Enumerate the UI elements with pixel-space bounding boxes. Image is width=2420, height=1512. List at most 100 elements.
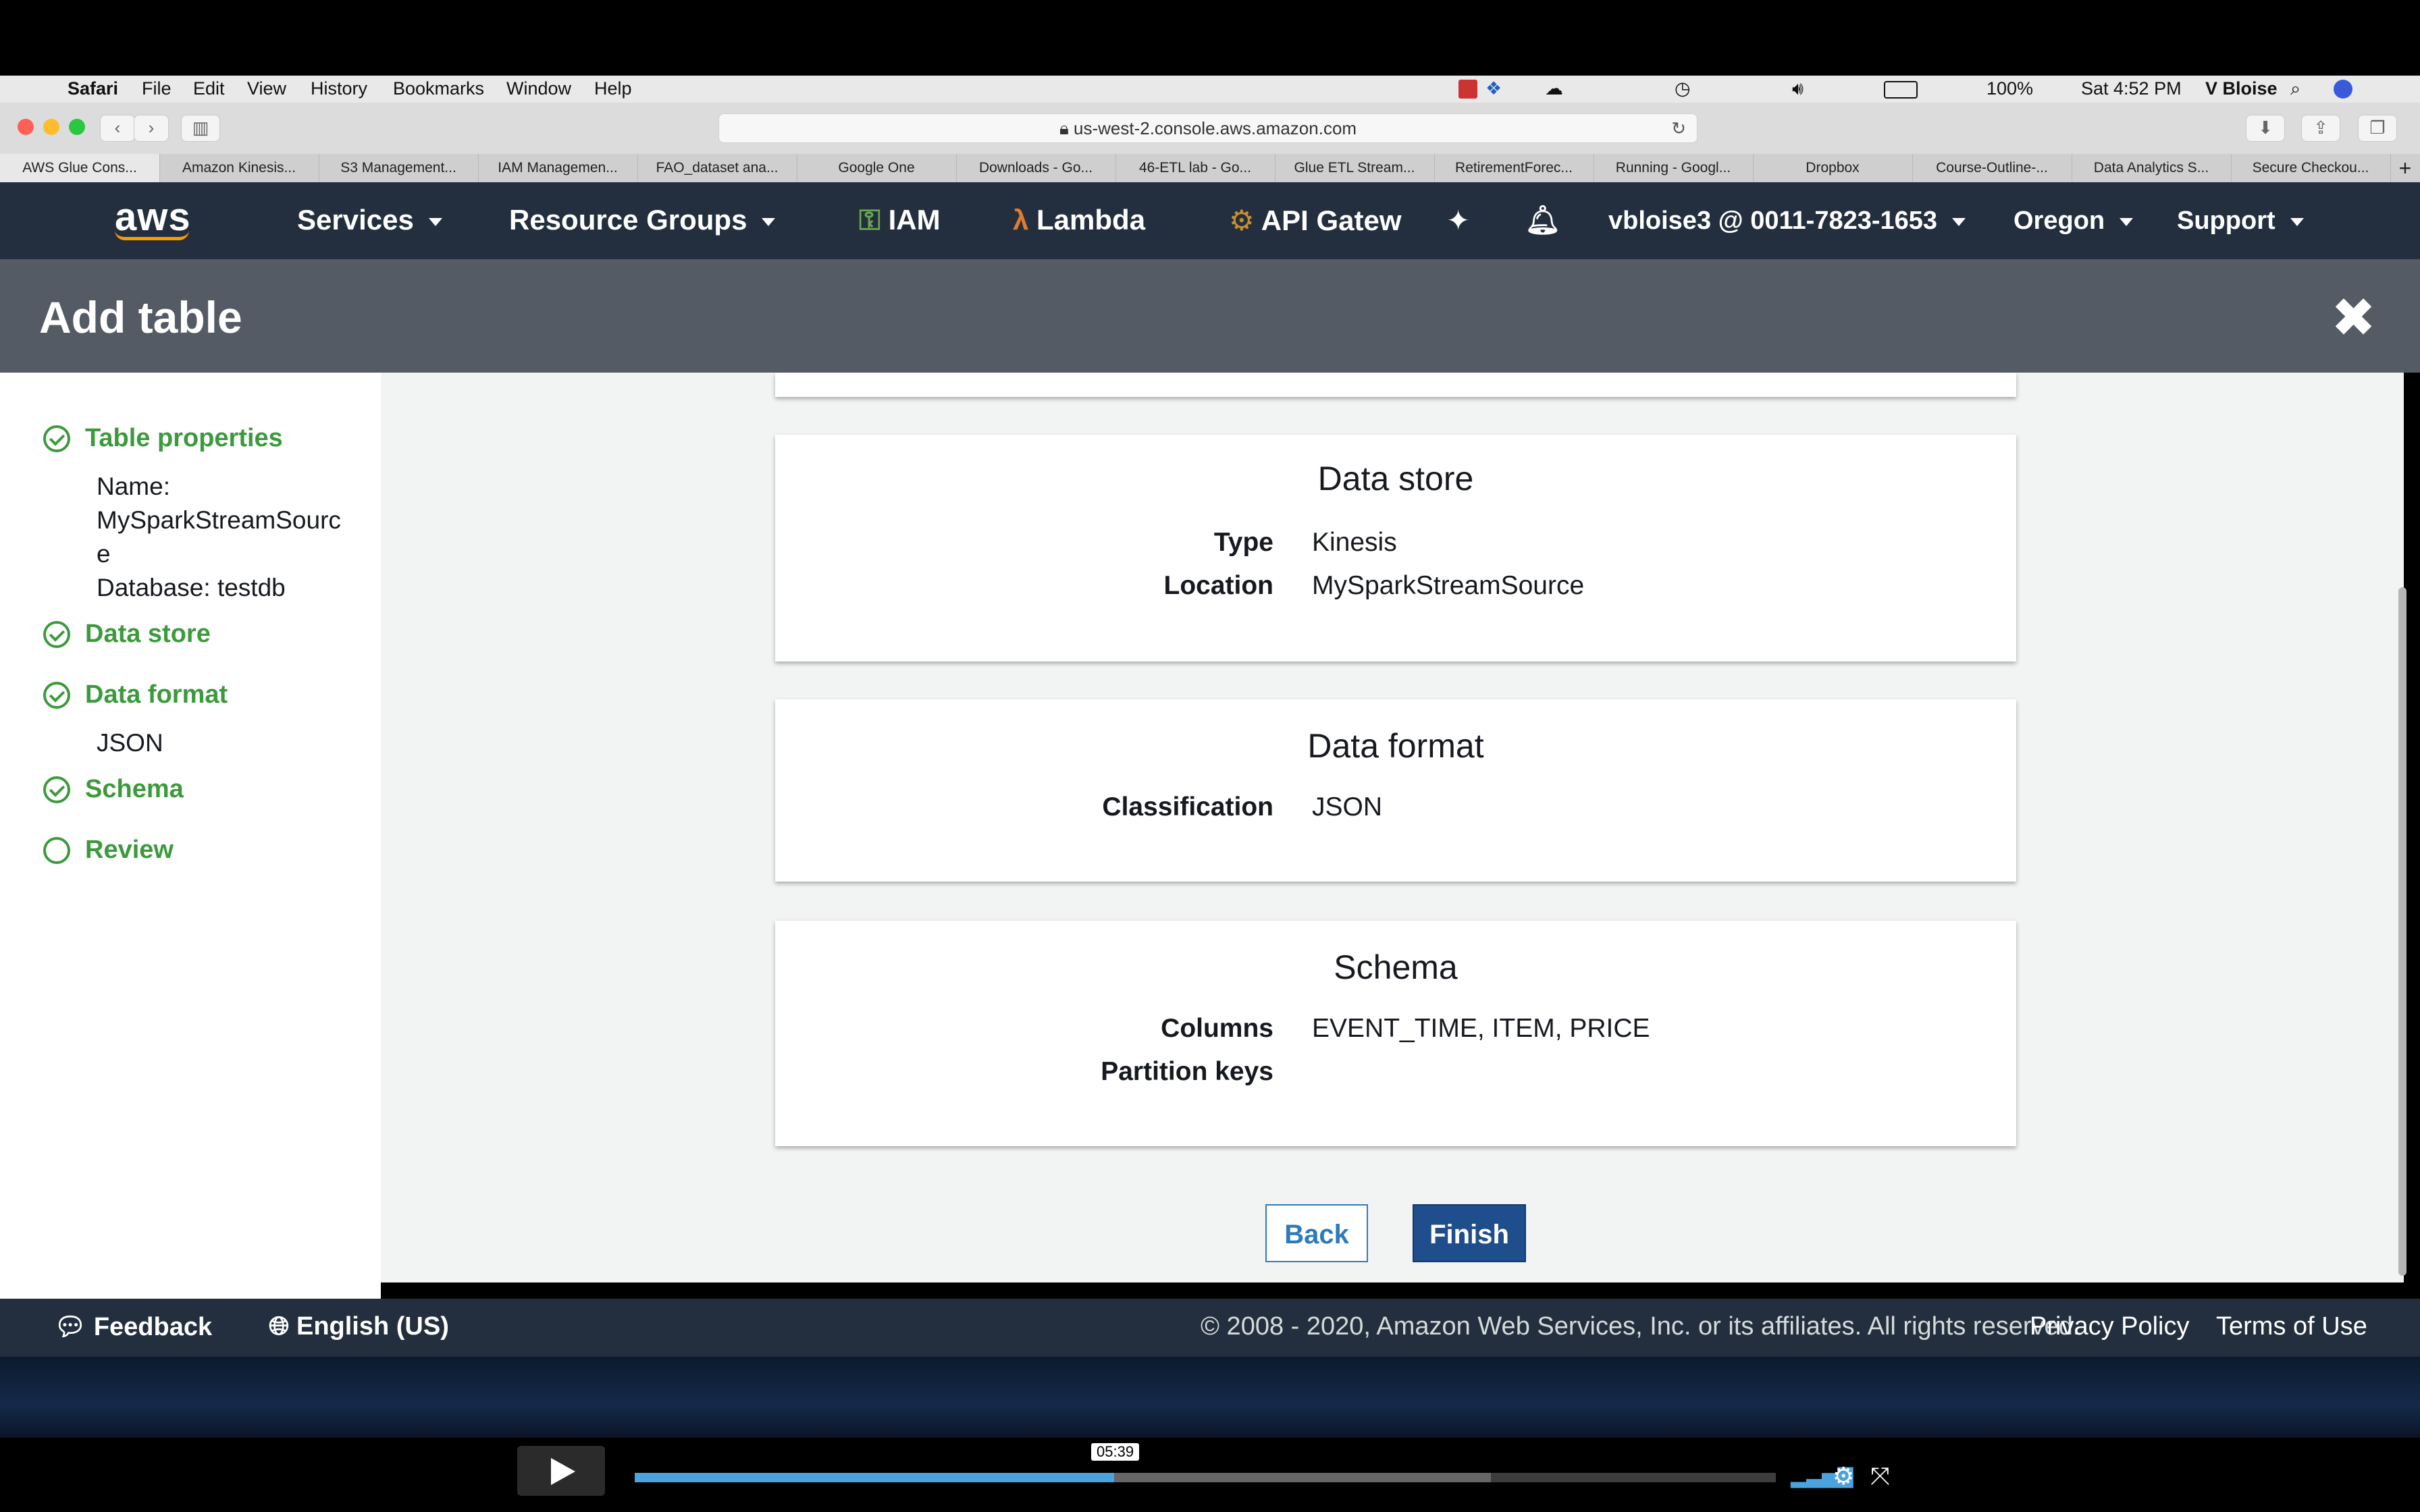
browser-tab[interactable]: AWS Glue Cons... [0,154,160,182]
language-selector[interactable]: 🌐︎ English (US) [269,1312,449,1341]
menubar-clock[interactable]: Sat 4:52 PM [2081,78,2182,99]
browser-tab[interactable]: IAM Managemen... [478,154,638,182]
lock-icon: 🔒︎ [1059,118,1074,138]
share-icon[interactable]: ⇪ [2301,115,2340,142]
step-data-format[interactable]: Data format [43,680,228,709]
menu-edit[interactable]: Edit [193,78,225,99]
step-data-store[interactable]: Data store [43,620,211,649]
menu-history[interactable]: History [311,78,367,99]
spotlight-search-icon[interactable]: ⌕ [2290,78,2300,100]
terms-of-use-link[interactable]: Terms of Use [2216,1312,2367,1341]
browser-tab[interactable]: Amazon Kinesis... [159,154,319,182]
browser-tab[interactable]: FAO_dataset ana... [637,154,797,182]
data-store-card: Data store Type Kinesis Location MySpark… [775,435,2016,662]
scrollbar[interactable] [2398,587,2406,1276]
browser-tab[interactable]: Running - Googl... [1594,154,1754,182]
wifi-icon[interactable] [1884,81,1918,99]
video-player-controls: 05:39 ▂▃▅▇ ⚙ ⤧ [0,1438,2420,1512]
api-gateway-shortcut[interactable]: ⚙ API Gatew [1229,204,1418,237]
resource-groups-menu[interactable]: Resource Groups [509,204,776,236]
battery-percent[interactable]: 100% [1987,78,2033,99]
minimize-window-button[interactable] [43,119,59,135]
fullscreen-icon[interactable]: ⤧ [1870,1462,1890,1491]
iam-icon: ⚿ [859,204,889,236]
privacy-policy-link[interactable]: Privacy Policy [2030,1312,2190,1341]
back-nav-icon[interactable]: ‹ [100,115,135,142]
url-bar[interactable]: 🔒︎ us-west-2.console.aws.amazon.com ↻ [718,113,1698,143]
account-menu[interactable]: vbloise3 @ 0011-7823-1653 [1608,207,1966,236]
partition-keys-label: Partition keys [1101,1057,1273,1086]
browser-tab[interactable]: Course-Outline-... [1912,154,2072,182]
tabs-overview-icon[interactable]: ❐ [2358,115,2397,142]
speech-bubble-icon: 💬︎ [54,1313,94,1341]
volume-icon[interactable]: 🔊︎ [1792,78,1804,100]
menu-file[interactable]: File [142,78,172,99]
siri-icon[interactable] [2334,80,2352,99]
chevron-down-icon [428,217,442,226]
browser-tab[interactable]: S3 Management... [319,154,479,182]
safari-toolbar: ‹ › ▥ 🔒︎ us-west-2.console.aws.amazon.co… [0,103,2420,155]
step-detail-name-value: MySparkStreamSourc [97,506,341,534]
iam-shortcut[interactable]: ⚿ IAM [859,204,941,237]
dropbox-icon[interactable]: ❖ [1485,78,1502,99]
region-menu[interactable]: Oregon [2014,207,2134,236]
new-tab-icon[interactable]: + [2390,154,2420,182]
back-button[interactable]: Back [1265,1204,1368,1262]
browser-tab[interactable]: Secure Checkou... [2231,154,2391,182]
downloads-icon[interactable]: ⬇ [2246,115,2285,142]
forward-nav-icon[interactable]: › [134,115,169,142]
finish-button[interactable]: Finish [1413,1204,1526,1262]
reload-icon[interactable]: ↻ [1671,114,1686,142]
menubar-user[interactable]: V Bloise [2205,78,2278,99]
browser-tab[interactable]: Downloads - Go... [956,154,1116,182]
zoom-window-button[interactable] [69,119,85,135]
pin-icon[interactable]: ✦ [1446,204,1470,237]
lambda-shortcut[interactable]: λ Lambda [1013,204,1145,236]
close-icon[interactable]: ✖ [2331,286,2376,349]
support-menu[interactable]: Support [2177,207,2304,236]
menu-view[interactable]: View [247,78,286,99]
settings-gear-icon[interactable]: ⚙ [1833,1462,1854,1490]
type-value: Kinesis [1312,528,1397,557]
aws-footer: 💬︎ Feedback 🌐︎ English (US) © 2008 - 202… [0,1299,2420,1357]
url-text: us-west-2.console.aws.amazon.com [1074,118,1357,138]
close-window-button[interactable] [18,119,34,135]
step-schema[interactable]: Schema [43,775,184,804]
step-table-properties[interactable]: Table properties [43,424,283,453]
modal-title: Add table [39,292,242,342]
menu-window[interactable]: Window [506,78,571,99]
feedback-link[interactable]: 💬︎ Feedback [54,1312,212,1342]
card-title: Data store [1317,460,1474,497]
chevron-down-icon [2120,217,2134,226]
play-button[interactable] [517,1446,605,1496]
menu-bookmarks[interactable]: Bookmarks [393,78,484,99]
copyright-text: © 2008 - 2020, Amazon Web Services, Inc.… [1201,1312,2080,1341]
browser-tab[interactable]: 46-ETL lab - Go... [1115,154,1275,182]
type-label: Type [1213,528,1273,557]
chevron-down-icon [1952,217,1966,226]
check-circle-icon [43,425,70,452]
app-status-icon[interactable] [1458,80,1477,99]
browser-tab-bar: AWS Glue Cons... Amazon Kinesis... S3 Ma… [0,154,2420,182]
progress-bar[interactable] [635,1473,1776,1482]
services-menu[interactable]: Services [297,204,442,236]
lambda-icon: λ [1013,204,1037,236]
desktop-background [0,1357,2420,1438]
wizard-steps-sidebar: Table properties Name: MySparkStreamSour… [0,373,381,1299]
step-review[interactable]: Review [43,836,174,865]
cloud-icon[interactable]: ☁ [1545,78,1563,99]
menu-help[interactable]: Help [594,78,632,99]
chevron-down-icon [2290,217,2304,226]
sidebar-toggle-icon[interactable]: ▥ [181,115,220,142]
browser-tab[interactable]: Data Analytics S... [2072,154,2232,182]
aws-logo[interactable]: aws [115,194,191,240]
menu-app-name[interactable]: Safari [68,78,118,99]
columns-label: Columns [1161,1014,1273,1043]
browser-tab[interactable]: Google One [797,154,957,182]
api-gateway-icon: ⚙ [1229,205,1261,236]
browser-tab[interactable]: RetirementForec... [1434,154,1594,182]
notifications-bell-icon[interactable]: 🔔︎ [1525,204,1560,237]
browser-tab[interactable]: Dropbox [1753,154,1913,182]
browser-tab[interactable]: Glue ETL Stream... [1275,154,1435,182]
time-machine-icon[interactable]: ◷ [1675,78,1691,99]
